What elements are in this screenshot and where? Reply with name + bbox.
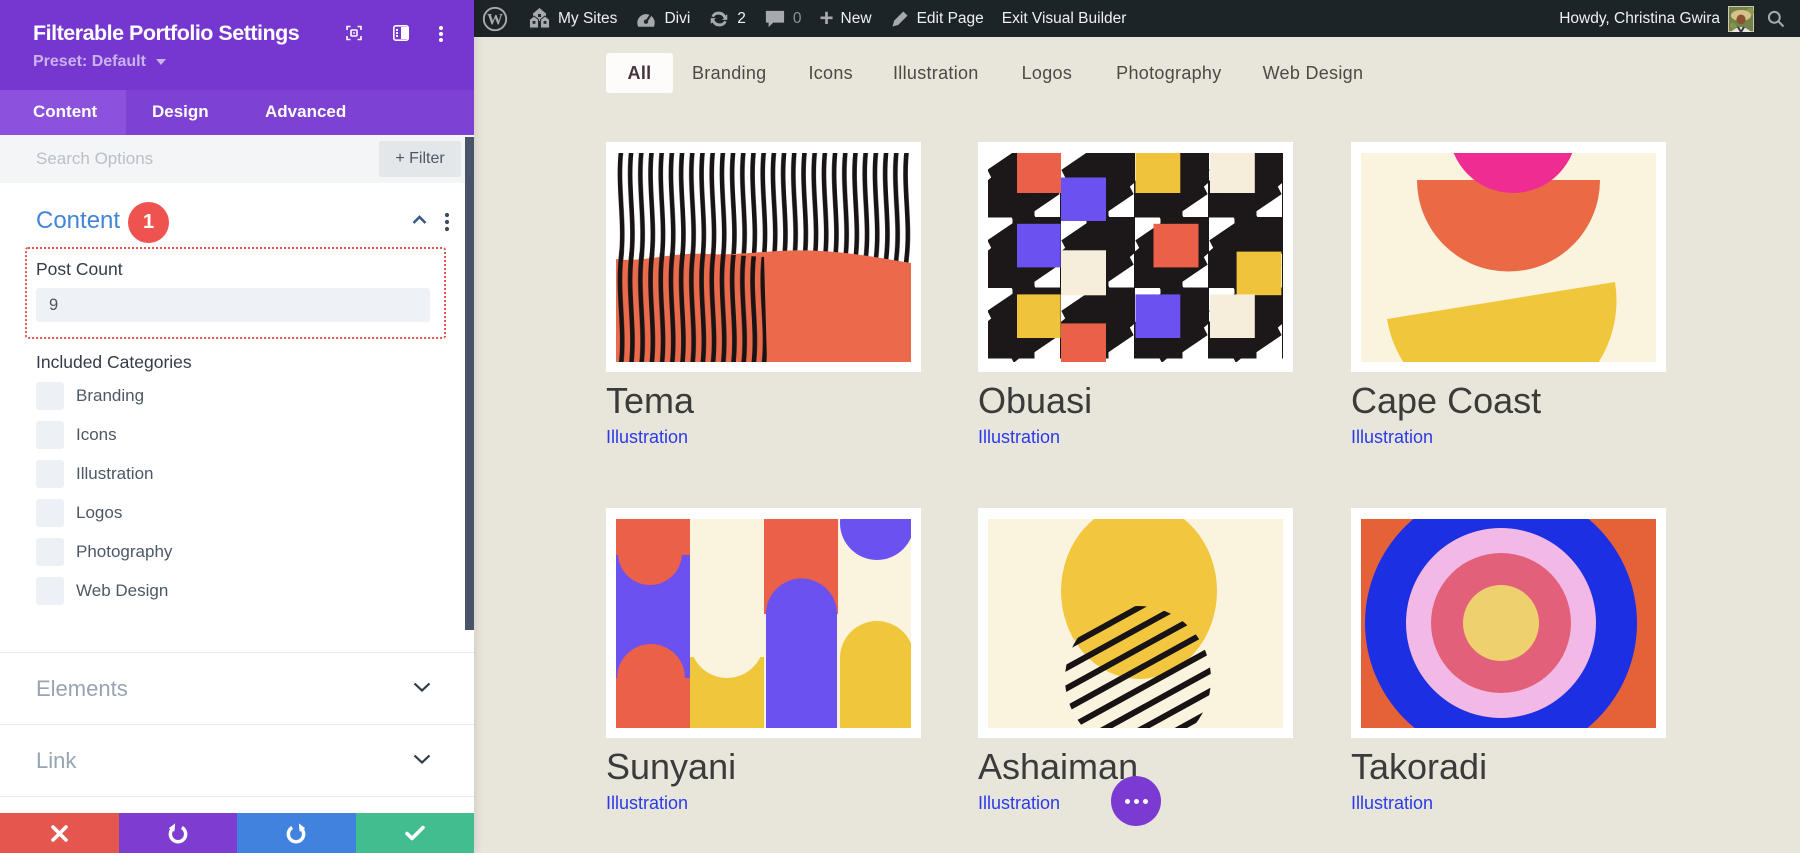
svg-text:W: W: [487, 11, 503, 28]
